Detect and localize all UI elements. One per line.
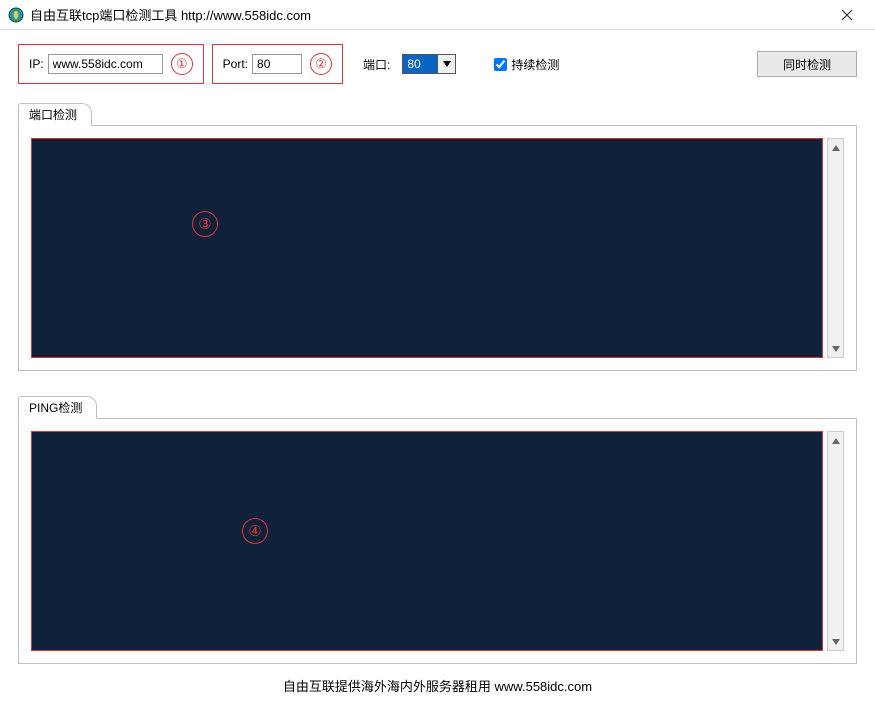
port-input[interactable] bbox=[252, 54, 302, 74]
annotation-2: ② bbox=[310, 53, 332, 75]
titlebar: 自由互联tcp端口检测工具 http://www.558idc.com bbox=[0, 0, 875, 30]
app-icon bbox=[8, 7, 24, 23]
ping-scrollbar[interactable] bbox=[827, 431, 844, 651]
ping-tab[interactable]: PING检测 bbox=[18, 396, 97, 419]
ping-panel-body: ④ bbox=[18, 418, 857, 664]
port-panel-body: ③ bbox=[18, 125, 857, 371]
window-title: 自由互联tcp端口检测工具 http://www.558idc.com bbox=[30, 5, 827, 24]
scroll-track[interactable] bbox=[828, 156, 843, 340]
scroll-down-icon[interactable] bbox=[828, 633, 843, 650]
run-button[interactable]: 同时检测 bbox=[757, 51, 857, 77]
ip-label: IP: bbox=[29, 57, 44, 71]
port-output: ③ bbox=[31, 138, 823, 358]
ip-group: IP: ① bbox=[18, 44, 204, 84]
annotation-4: ④ bbox=[242, 518, 268, 544]
port-select-value: 80 bbox=[403, 55, 437, 73]
ping-panel: PING检测 ④ bbox=[18, 395, 857, 664]
toolbar: IP: ① Port: ② 端口: 80 持续检测 同时检测 bbox=[0, 30, 875, 98]
scroll-up-icon[interactable] bbox=[828, 432, 843, 449]
port-select[interactable]: 80 bbox=[402, 54, 456, 74]
close-button[interactable] bbox=[827, 1, 867, 29]
scroll-down-icon[interactable] bbox=[828, 340, 843, 357]
scroll-up-icon[interactable] bbox=[828, 139, 843, 156]
footer-text: 自由互联提供海外海内外服务器租用 www.558idc.com bbox=[0, 664, 875, 701]
annotation-1: ① bbox=[171, 53, 193, 75]
ip-input[interactable] bbox=[48, 54, 163, 74]
port-scrollbar[interactable] bbox=[827, 138, 844, 358]
port-label: Port: bbox=[223, 57, 248, 71]
port-tab[interactable]: 端口检测 bbox=[18, 103, 92, 126]
scroll-track[interactable] bbox=[828, 449, 843, 633]
ping-output: ④ bbox=[31, 431, 823, 651]
port-group: Port: ② bbox=[212, 44, 343, 84]
continuous-label: 持续检测 bbox=[511, 56, 559, 73]
continuous-checkbox[interactable] bbox=[494, 58, 507, 71]
port-label-2: 端口: bbox=[363, 56, 390, 73]
port-panel: 端口检测 ③ bbox=[18, 102, 857, 371]
dropdown-arrow-icon[interactable] bbox=[437, 55, 455, 73]
continuous-check[interactable]: 持续检测 bbox=[494, 56, 559, 73]
annotation-3: ③ bbox=[192, 211, 218, 237]
